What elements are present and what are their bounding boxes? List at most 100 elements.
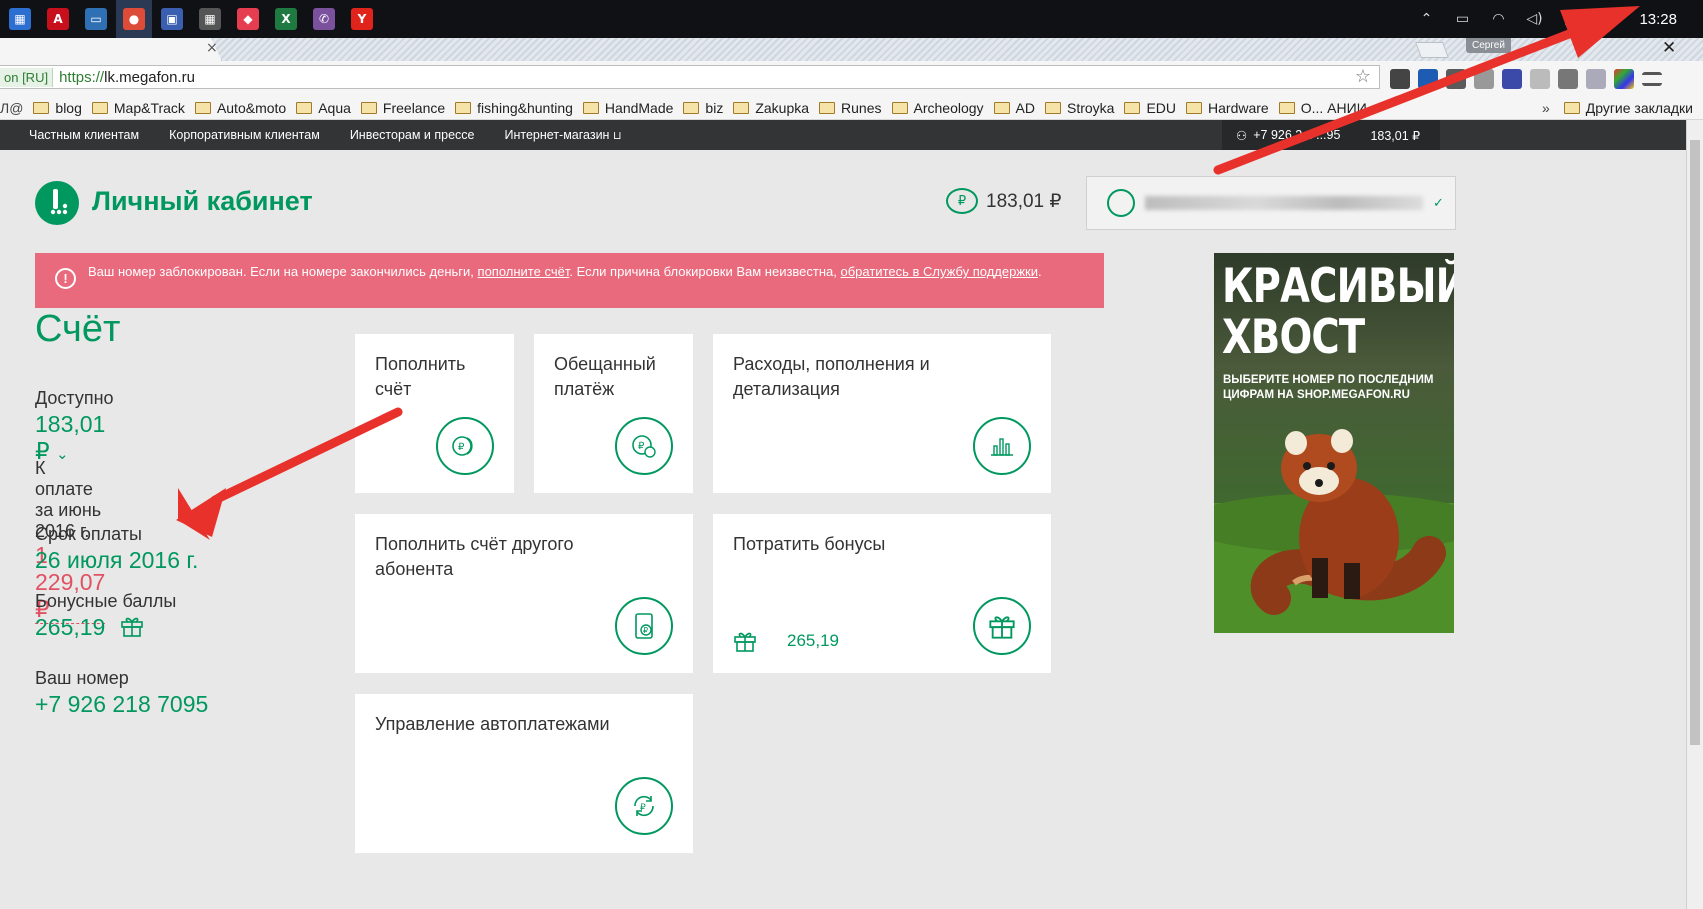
bookmark-folder[interactable]: Freelance: [360, 100, 445, 116]
bookmark-label: HandMade: [604, 99, 674, 116]
url-scheme: https://: [59, 68, 105, 86]
card-topup[interactable]: Пополнить счёт ₽: [355, 334, 514, 493]
nav-corporate[interactable]: Корпоративным клиентам: [169, 128, 320, 142]
taskbar-app[interactable]: Y: [344, 0, 380, 38]
bookmark-label: AD: [1015, 99, 1035, 116]
tab-close-icon[interactable]: ×: [206, 40, 218, 56]
ext-icon[interactable]: [1502, 69, 1522, 89]
bookmark-folder[interactable]: Zakupka: [733, 100, 809, 116]
bookmark-folder[interactable]: fishing&hunting: [455, 100, 573, 116]
wifi-icon[interactable]: ◠: [1487, 11, 1509, 27]
evernote-ext-icon[interactable]: [1390, 69, 1410, 89]
deadline-label: Срок оплаты: [35, 524, 142, 544]
user-menu[interactable]: ✓: [1086, 176, 1456, 230]
taskbar-app[interactable]: A: [40, 0, 76, 38]
notifications-icon[interactable]: ▤: [1559, 11, 1581, 27]
header-balance[interactable]: ₽ 183,01 ₽: [946, 188, 1061, 214]
chrome-icon: ●: [123, 8, 145, 30]
nav-phone: +7 926 2... ...95: [1253, 128, 1341, 142]
menu-icon[interactable]: [1642, 72, 1662, 86]
folder-icon: [194, 101, 211, 114]
url-text[interactable]: https://lk.megafon.ru: [59, 69, 195, 86]
ad-banner[interactable]: КРАСИВЫЙ ХВОСТ ВЫБЕРИТЕ НОМЕР ПО ПОСЛЕДН…: [1214, 253, 1454, 633]
megafon-page: Частным клиентам Корпоративным клиентам …: [0, 120, 1686, 909]
bookmark-truncated[interactable]: О... АНИИ: [1278, 100, 1367, 116]
monitor-icon: ▭: [85, 8, 107, 30]
available-value[interactable]: 183,01 ₽ ⌄: [35, 411, 114, 465]
new-tab-button[interactable]: [1415, 42, 1449, 58]
bookmark-truncated[interactable]: Л@: [0, 100, 23, 116]
card-bonuses-value: 265,19: [787, 631, 839, 650]
bookmark-folder[interactable]: Aqua: [296, 100, 351, 116]
chart-ext-icon[interactable]: [1418, 69, 1438, 89]
alert-text: Ваш номер заблокирован. Если на номере з…: [88, 264, 478, 279]
folder-icon: [1186, 101, 1203, 114]
nav-private[interactable]: Частным клиентам: [29, 128, 139, 142]
store-icon: ▦: [9, 8, 31, 30]
available-label: Доступно: [35, 388, 114, 408]
bookmark-folder[interactable]: biz: [683, 100, 723, 116]
bookmark-folder[interactable]: Runes: [819, 100, 882, 116]
page-title[interactable]: Личный кабинет: [92, 186, 313, 217]
folder-icon: [33, 101, 50, 114]
deadline-block: Срок оплаты 26 июля 2016 г.: [35, 524, 295, 574]
taskbar-app[interactable]: ▦: [192, 0, 228, 38]
battery-icon[interactable]: ▭: [1451, 11, 1473, 27]
page-scrollbar[interactable]: [1686, 120, 1703, 909]
scrollbar-thumb[interactable]: [1690, 140, 1700, 745]
other-bookmarks[interactable]: Другие закладки: [1563, 100, 1693, 116]
bookmark-folder[interactable]: Hardware: [1186, 100, 1269, 116]
taskbar-app[interactable]: ●: [116, 0, 152, 38]
bookmark-folder[interactable]: blog: [33, 100, 82, 116]
taskbar-app[interactable]: X: [268, 0, 304, 38]
bookmark-folder[interactable]: EDU: [1124, 100, 1176, 116]
taskbar-app[interactable]: ✆: [306, 0, 342, 38]
download-ext-icon[interactable]: [1558, 69, 1578, 89]
bookmark-label: Aqua: [318, 99, 351, 116]
taskbar-app[interactable]: ▣: [154, 0, 190, 38]
bookmark-folder[interactable]: HandMade: [582, 99, 674, 116]
volume-icon[interactable]: ◁): [1523, 11, 1545, 27]
cart-icon: ⊔: [612, 129, 622, 142]
bonus-value[interactable]: 265,19: [35, 614, 295, 641]
chevron-up-icon[interactable]: ⌃: [1415, 11, 1437, 27]
ext-icon[interactable]: [1530, 69, 1550, 89]
bookmark-folder[interactable]: Map&Track: [91, 100, 185, 116]
bookmark-folder[interactable]: Stroyka: [1045, 100, 1114, 116]
card-spend-bonuses[interactable]: Потратить бонусы 265,19: [713, 514, 1051, 673]
bookmark-folder[interactable]: Archeology: [891, 100, 984, 116]
taskbar-app[interactable]: ▭: [78, 0, 114, 38]
support-link[interactable]: обратитесь в Службу поддержки: [841, 264, 1039, 279]
megafon-logo-icon[interactable]: [35, 181, 79, 225]
bookmark-folder[interactable]: Auto&moto: [194, 100, 286, 116]
card-topup-other[interactable]: Пополнить счёт другого абонента ₽: [355, 514, 693, 673]
browser-tab[interactable]: [0, 38, 222, 61]
window-close-icon[interactable]: ✕: [1662, 38, 1676, 58]
clock[interactable]: 13:28: [1639, 11, 1677, 28]
keyboard-icon[interactable]: ⌨: [1595, 11, 1617, 27]
taskbar-app[interactable]: ◆: [230, 0, 266, 38]
card-expenses[interactable]: Расходы, пополнения и детализация: [713, 334, 1051, 493]
folder-icon: [683, 101, 700, 114]
card-autopay[interactable]: Управление автоплатежами ₽: [355, 694, 693, 853]
nav-investors[interactable]: Инвесторам и прессе: [350, 128, 475, 142]
ext-icon[interactable]: [1446, 69, 1466, 89]
pinwheel-ext-icon[interactable]: [1614, 69, 1634, 89]
taskbar-app[interactable]: ▦: [2, 0, 38, 38]
nav-account-summary[interactable]: ⚇ +7 926 2... ...95 183,01 ₽: [1222, 120, 1440, 150]
card-promised-payment[interactable]: Обещанный платёж ₽: [534, 334, 693, 493]
download-ext-icon[interactable]: [1586, 69, 1606, 89]
profile-badge[interactable]: Сергей: [1466, 38, 1511, 53]
folder-icon: [91, 101, 108, 114]
bookmark-star-icon[interactable]: ☆: [1355, 66, 1371, 87]
nav-shop[interactable]: Интернет-магазин ⊔: [505, 128, 622, 142]
bookmarks-more-button[interactable]: »: [1542, 100, 1550, 116]
topup-link[interactable]: пополните счёт: [478, 264, 570, 279]
folder-icon: [1278, 101, 1295, 114]
ext-icon[interactable]: [1474, 69, 1494, 89]
bookmark-folder[interactable]: AD: [993, 99, 1035, 116]
address-bar[interactable]: on [RU] https://lk.megafon.ru ☆: [0, 65, 1380, 89]
security-badge[interactable]: on [RU]: [0, 67, 54, 87]
number-label: Ваш номер: [35, 668, 129, 688]
phone-ruble-icon: ₽: [615, 597, 673, 655]
